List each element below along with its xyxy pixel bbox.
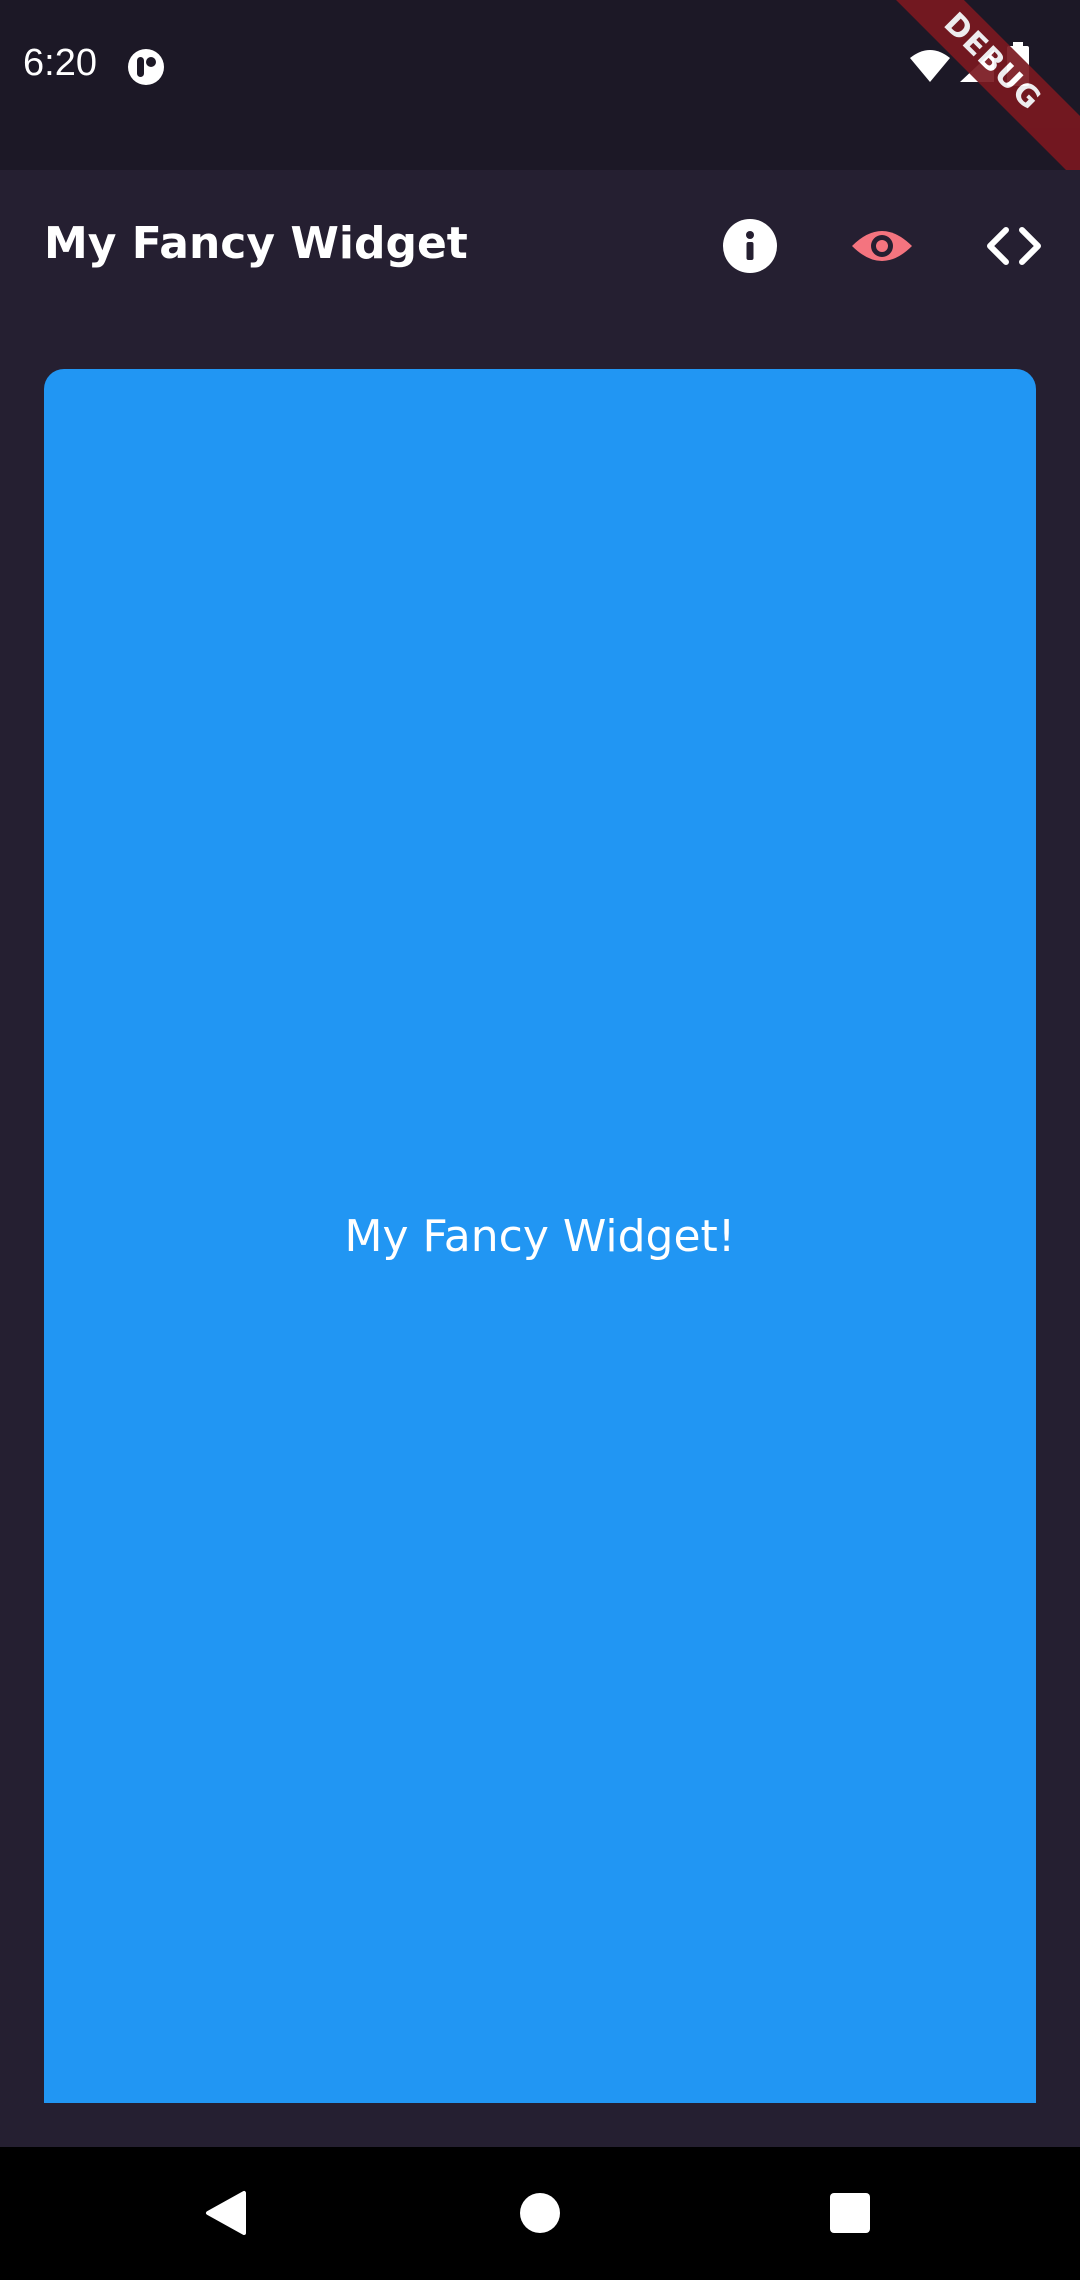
page-title: My Fancy Widget	[44, 218, 468, 269]
app-screen: 6:20 DEBUG My Fancy Widget My Fancy Widg…	[0, 0, 1080, 2280]
info-button[interactable]	[714, 212, 786, 284]
recents-button[interactable]	[818, 2183, 882, 2247]
back-icon	[204, 2189, 248, 2242]
eye-icon	[850, 224, 914, 273]
app-bar: My Fancy Widget	[0, 170, 1080, 325]
status-time: 6:20	[23, 42, 97, 84]
widget-card: My Fancy Widget!	[44, 369, 1036, 2103]
back-button[interactable]	[194, 2183, 258, 2247]
notification-app-icon	[126, 47, 166, 87]
wifi-icon	[908, 48, 952, 89]
status-bar: 6:20 DEBUG	[0, 0, 1080, 186]
preview-button[interactable]	[846, 212, 918, 284]
debug-banner: DEBUG	[868, 0, 1080, 186]
home-button[interactable]	[508, 2183, 572, 2247]
recents-icon	[828, 2191, 872, 2240]
home-icon	[518, 2191, 562, 2240]
navigation-bar	[0, 2147, 1080, 2280]
info-icon	[722, 218, 778, 279]
widget-text: My Fancy Widget!	[344, 1210, 736, 1262]
code-icon	[984, 226, 1044, 271]
code-button[interactable]	[978, 212, 1050, 284]
